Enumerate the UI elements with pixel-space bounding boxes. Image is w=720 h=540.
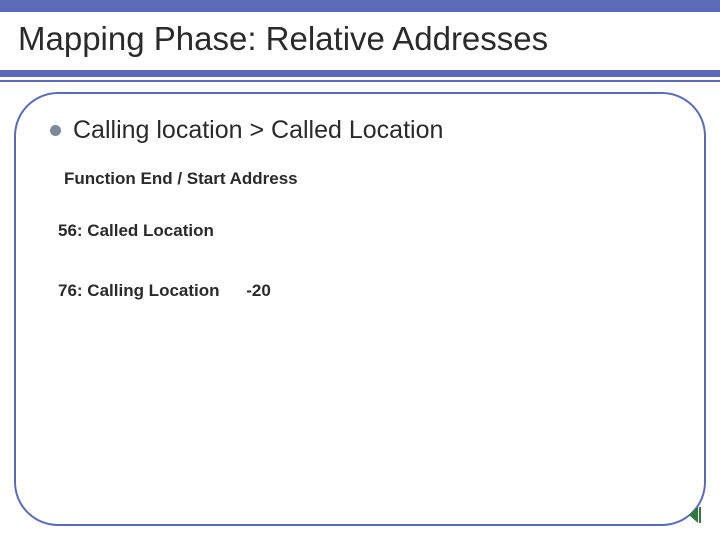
line-function-label: Function End / Start Address <box>64 169 676 189</box>
prev-slide-icon[interactable] <box>686 506 702 524</box>
line-called-location: 56: Called Location <box>58 221 676 241</box>
divider-thick <box>0 70 720 77</box>
offset-value: -20 <box>246 281 271 301</box>
line-calling-location: 76: Calling Location -20 <box>58 281 676 301</box>
slide-title: Mapping Phase: Relative Addresses <box>18 20 548 58</box>
bullet-item: Calling location > Called Location <box>50 116 676 145</box>
calling-location-text: 76: Calling Location <box>58 281 220 300</box>
accent-top-band <box>0 0 720 12</box>
divider-thin <box>0 80 720 82</box>
bullet-text: Calling location > Called Location <box>73 116 443 145</box>
content-card: Calling location > Called Location Funct… <box>14 92 706 526</box>
bullet-dot-icon <box>50 125 61 136</box>
